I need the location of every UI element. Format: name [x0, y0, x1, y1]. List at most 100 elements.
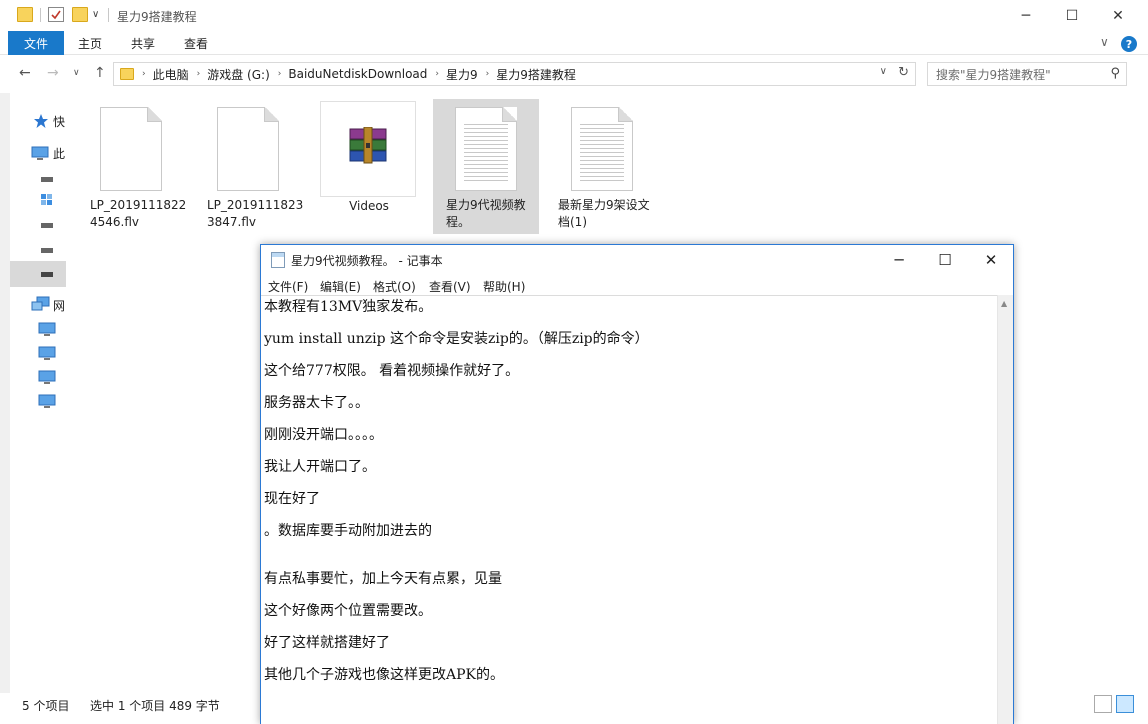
text-line — [264, 552, 997, 568]
monitor-icon — [38, 394, 56, 408]
folder-icon — [120, 68, 134, 80]
breadcrumb-separator-icon[interactable]: › — [142, 69, 146, 79]
breadcrumb-xingli9[interactable]: 星力9 — [446, 66, 478, 83]
nav-drive[interactable] — [10, 212, 66, 238]
text-line: 。数据库要手动附加进去的 — [264, 523, 432, 539]
nav-network-computer[interactable] — [10, 316, 66, 342]
notepad-window: 星力9代视频教程。 - 记事本 ─ ☐ ✕ 文件(F) 编辑(E) 格式(O) … — [260, 244, 1014, 724]
nav-this-pc[interactable]: 此 — [10, 140, 66, 166]
new-folder-icon[interactable] — [72, 7, 88, 22]
selection-info: 选中 1 个项目 489 字节 — [90, 699, 220, 713]
refresh-icon[interactable]: ↻ — [898, 65, 909, 80]
ribbon-tab-file[interactable]: 文件 — [8, 31, 64, 55]
file-item[interactable]: Videos — [320, 101, 416, 213]
ribbon: 文件 主页 共享 查看 ∨ — [0, 31, 1148, 55]
text-line: 我让人开端口了。 — [264, 459, 376, 475]
file-item-selected[interactable]: 星力9代视频教程。 — [433, 99, 539, 234]
nav-label: 此 — [53, 146, 66, 161]
nav-network-computer[interactable] — [10, 388, 66, 414]
help-icon[interactable]: ? — [1121, 36, 1137, 52]
monitor-icon — [38, 346, 56, 360]
breadcrumb-separator-icon[interactable]: › — [197, 69, 201, 79]
minimize-button[interactable]: ─ — [1003, 0, 1049, 31]
address-bar[interactable]: › 此电脑 › 游戏盘 (G:) › BaiduNetdiskDownload … — [113, 62, 916, 86]
text-lines-icon — [464, 124, 508, 182]
forward-arrow-icon[interactable]: → — [47, 65, 59, 81]
notepad-maximize-button[interactable]: ☐ — [922, 245, 968, 275]
text-line: 本教程有13MV独家发布。 — [264, 299, 433, 315]
network-drive-icon — [41, 194, 52, 205]
large-icons-view-icon[interactable] — [1116, 695, 1134, 713]
divider — [108, 8, 109, 22]
notepad-close-button[interactable]: ✕ — [968, 245, 1014, 275]
recent-locations-chevron-icon[interactable]: ∨ — [73, 68, 80, 78]
computer-icon — [31, 146, 49, 160]
breadcrumb-separator-icon[interactable]: › — [486, 69, 490, 79]
breadcrumb-baidu-folder[interactable]: BaiduNetdiskDownload — [288, 67, 427, 81]
expand-ribbon-chevron-icon[interactable]: ∨ — [1100, 35, 1109, 49]
notepad-vertical-scrollbar[interactable]: ▲ — [997, 295, 1013, 724]
file-item[interactable]: 最新星力9架设文档(1) — [552, 99, 658, 234]
navigation-bar: ← → ∨ ↑ › 此电脑 › 游戏盘 (G:) › BaiduNetdiskD… — [0, 55, 1148, 93]
nav-network[interactable]: 网 — [10, 292, 66, 318]
up-arrow-icon[interactable]: ↑ — [94, 65, 106, 81]
file-item[interactable]: LP_20191118224546.flv — [84, 99, 190, 234]
monitor-icon — [38, 322, 56, 336]
breadcrumb-separator-icon[interactable]: › — [278, 69, 282, 79]
menu-file[interactable]: 文件(F) — [268, 278, 308, 295]
notepad-title: 星力9代视频教程。 - 记事本 — [291, 254, 443, 268]
monitor-icon — [38, 370, 56, 384]
file-name: 星力9代视频教程。 — [446, 198, 526, 229]
nav-quick-access[interactable]: 快 — [10, 108, 66, 134]
ribbon-tab-view[interactable]: 查看 — [184, 35, 208, 52]
text-lines-icon — [580, 124, 624, 182]
notepad-titlebar: 星力9代视频教程。 - 记事本 ─ ☐ ✕ — [261, 245, 1013, 275]
navigation-pane-scrollbar[interactable] — [0, 93, 10, 693]
notepad-text-area[interactable]: 本教程有13MV独家发布。 yum install unzip 这个命令是安装z… — [261, 295, 997, 724]
drive-icon — [41, 272, 53, 277]
text-file-icon — [455, 107, 517, 191]
text-line: 这个给777权限。 看着视频操作就好了。 — [264, 363, 520, 379]
nav-drive-selected[interactable] — [10, 261, 66, 287]
breadcrumb-separator-icon[interactable]: › — [435, 69, 439, 79]
nav-drive[interactable] — [10, 188, 66, 214]
back-arrow-icon[interactable]: ← — [19, 65, 31, 81]
menu-format[interactable]: 格式(O) — [373, 278, 416, 295]
notepad-menubar: 文件(F) 编辑(E) 格式(O) 查看(V) 帮助(H) — [261, 275, 1013, 295]
scroll-up-arrow-icon[interactable]: ▲ — [1001, 299, 1007, 308]
blank-file-icon — [217, 107, 279, 191]
file-name: Videos — [349, 199, 389, 213]
file-name: 最新星力9架设文档(1) — [558, 198, 650, 229]
maximize-button[interactable]: ☐ — [1049, 0, 1095, 31]
folder-icon — [17, 7, 33, 22]
search-icon[interactable]: ⚲ — [1110, 66, 1120, 81]
nav-network-computer[interactable] — [10, 364, 66, 390]
close-button[interactable]: ✕ — [1095, 0, 1141, 31]
ribbon-tab-share[interactable]: 共享 — [131, 35, 155, 52]
breadcrumb-current-folder[interactable]: 星力9搭建教程 — [496, 66, 576, 83]
menu-help[interactable]: 帮助(H) — [483, 278, 525, 295]
text-line: 服务器太卡了。。 — [264, 395, 369, 411]
search-input[interactable]: 搜索"星力9搭建教程" ⚲ — [927, 62, 1127, 86]
nav-label: 快 — [53, 114, 66, 129]
address-dropdown-chevron-icon[interactable]: ∨ — [880, 66, 887, 77]
breadcrumb-this-pc[interactable]: 此电脑 — [153, 66, 189, 83]
text-line: 好了这样就搭建好了 — [264, 635, 390, 651]
text-line: 其他几个子游戏也像这样更改APK的。 — [264, 667, 504, 683]
properties-icon[interactable] — [48, 7, 64, 22]
drive-icon — [41, 177, 53, 182]
nav-network-computer[interactable] — [10, 340, 66, 366]
ribbon-tab-home[interactable]: 主页 — [78, 35, 102, 52]
menu-edit[interactable]: 编辑(E) — [320, 278, 361, 295]
menu-view[interactable]: 查看(V) — [429, 278, 471, 295]
search-placeholder: 搜索"星力9搭建教程" — [936, 67, 1051, 82]
file-item[interactable]: LP_20191118233847.flv — [201, 99, 307, 234]
drive-icon — [41, 223, 53, 228]
breadcrumb-drive[interactable]: 游戏盘 (G:) — [207, 66, 270, 83]
notepad-minimize-button[interactable]: ─ — [876, 245, 922, 275]
details-view-icon[interactable] — [1094, 695, 1112, 713]
customize-quick-access-chevron-icon[interactable]: ∨ — [92, 9, 108, 24]
notepad-icon — [271, 252, 285, 268]
text-line: 刚刚没开端口。。。。 — [264, 427, 383, 443]
nav-drive[interactable] — [10, 237, 66, 263]
